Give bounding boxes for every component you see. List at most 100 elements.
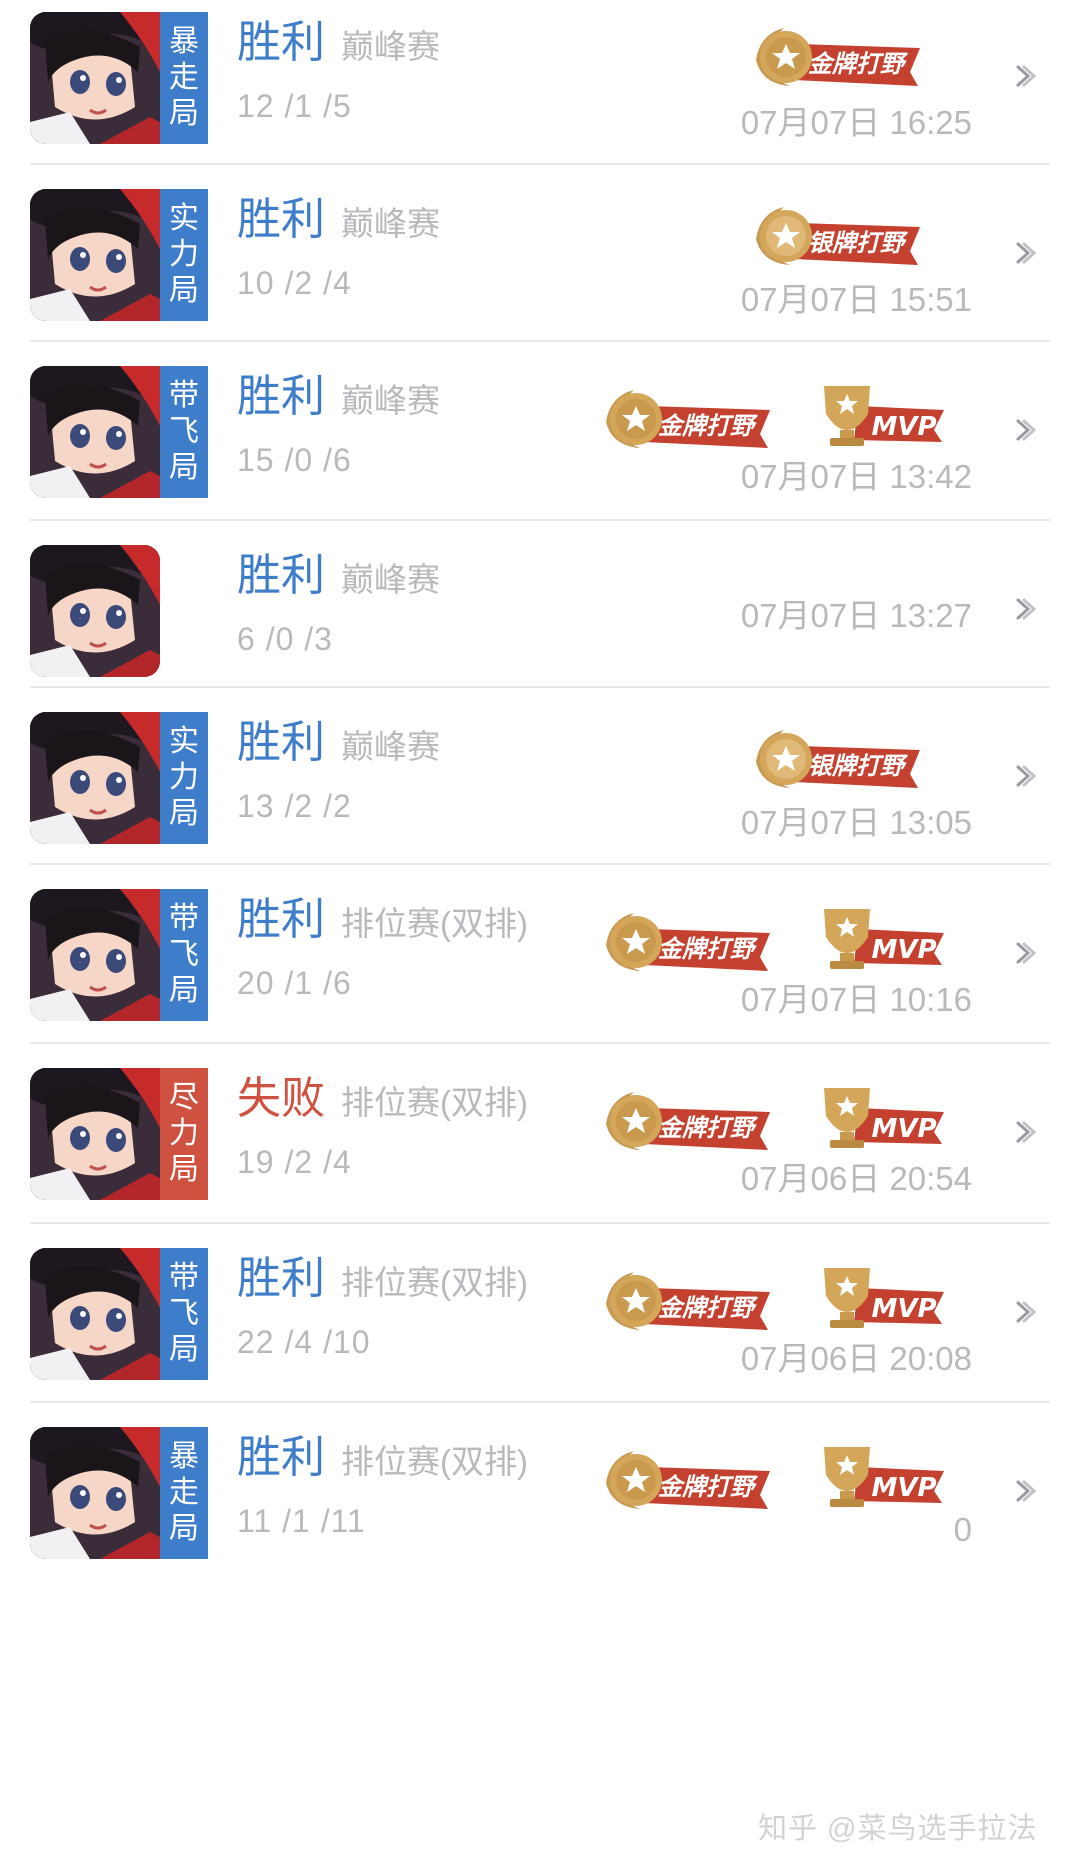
match-mode: 排位赛(双排) [341, 905, 528, 942]
match-tag-char: 力 [169, 761, 199, 794]
kda-stats: 19 /2 /4 [237, 1144, 352, 1180]
chevron-right-icon[interactable] [1012, 596, 1038, 622]
watermark: 知乎 @菜鸟选手拉法 [758, 1813, 1038, 1845]
chevron-right-icon[interactable] [1012, 1478, 1038, 1504]
svg-text:金牌打野: 金牌打野 [658, 412, 759, 440]
match-tag-char: 暴 [169, 25, 199, 58]
match-tag-char: 实 [169, 725, 199, 758]
match-mode: 巅峰赛 [341, 205, 440, 242]
match-tag-char: 力 [169, 1117, 199, 1150]
chevron-right-icon[interactable] [1012, 63, 1038, 89]
star-medal-icon: 金牌打野 [606, 1451, 770, 1509]
match-tag-char: 带 [169, 379, 199, 412]
match-result: 胜利 [237, 1254, 325, 1303]
star-medal-icon: 银牌打野 [756, 207, 920, 265]
match-row[interactable]: 带飞局胜利 巅峰赛 15 /0 /6 07月07日 13:42 金牌打野 MVP [30, 342, 1050, 521]
hero-portrait [30, 1248, 160, 1380]
match-time: 07月06日 20:08 [740, 1340, 972, 1377]
jungle-medal-badge: 金牌打野 [750, 20, 922, 94]
hero-avatar [30, 545, 208, 677]
trophy-icon: MVP [824, 386, 944, 446]
mvp-badge: MVP [818, 1441, 946, 1511]
hero-avatar: 带飞局 [30, 889, 208, 1021]
match-row[interactable]: 暴走局胜利 巅峰赛 12 /1 /5 07月07日 16:25 金牌打野 [30, 0, 1050, 165]
match-row[interactable]: 带飞局胜利 排位赛(双排) 20 /1 /6 07月07日 10:16 金牌打野 MVP [30, 865, 1050, 1044]
svg-text:银牌打野: 银牌打野 [808, 752, 909, 780]
hero-avatar: 带飞局 [30, 1248, 208, 1380]
match-mode: 巅峰赛 [341, 561, 440, 598]
match-time: 07月07日 13:42 [740, 458, 972, 495]
hero-portrait [30, 1427, 160, 1559]
hero-portrait [30, 366, 160, 498]
match-tag-char: 局 [169, 1333, 199, 1366]
hero-portrait-image [30, 1068, 160, 1200]
match-tag: 实力局 [160, 189, 208, 321]
match-row[interactable]: 实力局胜利 巅峰赛 13 /2 /2 07月07日 13:05 银牌打野 [30, 688, 1050, 865]
match-tag-char: 局 [169, 274, 199, 307]
chevron-right-icon[interactable] [1012, 763, 1038, 789]
match-time: 07月07日 16:25 [740, 104, 972, 141]
hero-avatar: 实力局 [30, 189, 208, 321]
trophy-icon: MVP [824, 1447, 944, 1507]
match-tag-char: 局 [169, 974, 199, 1007]
star-medal-icon: 金牌打野 [606, 913, 770, 971]
chevron-right-icon[interactable] [1012, 417, 1038, 443]
trophy-icon: MVP [824, 909, 944, 969]
match-row[interactable]: 胜利 巅峰赛 6 /0 /3 07月07日 13:27 [30, 521, 1050, 688]
match-row[interactable]: 实力局胜利 巅峰赛 10 /2 /4 07月07日 15:51 银牌打野 [30, 165, 1050, 342]
hero-portrait-image [30, 366, 160, 498]
svg-text:金牌打野: 金牌打野 [658, 1294, 759, 1322]
mvp-badge: MVP [818, 1082, 946, 1152]
star-medal-icon: 银牌打野 [756, 730, 920, 788]
chevron-right-icon[interactable] [1012, 240, 1038, 266]
match-result: 胜利 [237, 1433, 325, 1482]
match-tag-char: 尽 [169, 1081, 199, 1114]
kda-stats: 13 /2 /2 [237, 788, 352, 824]
hero-portrait [30, 1068, 160, 1200]
jungle-medal-badge: 金牌打野 [600, 1443, 772, 1517]
svg-text:MVP: MVP [871, 412, 936, 442]
match-row[interactable]: 带飞局胜利 排位赛(双排) 22 /4 /10 07月06日 20:08 金牌打野 MVP [30, 1224, 1050, 1403]
star-medal-icon: 金牌打野 [606, 1272, 770, 1330]
match-tag: 尽力局 [160, 1068, 208, 1200]
trophy-icon: MVP [824, 1088, 944, 1148]
mvp-badge: MVP [818, 380, 946, 450]
match-tag: 带飞局 [160, 1248, 208, 1380]
match-tag-char: 实 [169, 202, 199, 235]
match-tag-char: 飞 [169, 415, 199, 448]
svg-text:MVP: MVP [871, 1114, 936, 1144]
svg-text:金牌打野: 金牌打野 [658, 1473, 759, 1501]
match-mode: 排位赛(双排) [341, 1264, 528, 1301]
match-tag: 暴走局 [160, 12, 208, 144]
match-row[interactable]: 暴走局胜利 排位赛(双排) 11 /1 /11 0 金牌打野 MVP [30, 1403, 1050, 1583]
jungle-medal-badge: 金牌打野 [600, 1084, 772, 1158]
match-tag-char: 带 [169, 1261, 199, 1294]
mvp-badge: MVP [818, 903, 946, 973]
chevron-right-icon[interactable] [1012, 940, 1038, 966]
match-tag: 带飞局 [160, 889, 208, 1021]
svg-text:金牌打野: 金牌打野 [658, 1114, 759, 1142]
match-result: 胜利 [237, 18, 325, 67]
match-row[interactable]: 尽力局失败 排位赛(双排) 19 /2 /4 07月06日 20:54 金牌打野 MVP [30, 1044, 1050, 1224]
jungle-medal-badge: 金牌打野 [600, 905, 772, 979]
kda-stats: 22 /4 /10 [237, 1324, 371, 1360]
hero-portrait-image [30, 1427, 160, 1559]
hero-avatar: 尽力局 [30, 1068, 208, 1200]
chevron-right-icon[interactable] [1012, 1119, 1038, 1145]
match-time: 07月06日 20:54 [740, 1160, 972, 1197]
jungle-medal-badge: 银牌打野 [750, 722, 922, 796]
svg-text:金牌打野: 金牌打野 [808, 50, 909, 78]
svg-text:MVP: MVP [871, 935, 936, 965]
match-time: 0 [953, 1511, 972, 1548]
chevron-right-icon[interactable] [1012, 1299, 1038, 1325]
match-result: 胜利 [237, 895, 325, 944]
hero-portrait-image [30, 1248, 160, 1380]
kda-stats: 11 /1 /11 [237, 1503, 366, 1539]
hero-portrait-image [30, 545, 160, 677]
hero-portrait [30, 189, 160, 321]
hero-avatar: 实力局 [30, 712, 208, 844]
match-tag-char: 力 [169, 238, 199, 271]
hero-portrait-image [30, 889, 160, 1021]
star-medal-icon: 金牌打野 [756, 28, 920, 86]
svg-text:银牌打野: 银牌打野 [808, 229, 909, 257]
